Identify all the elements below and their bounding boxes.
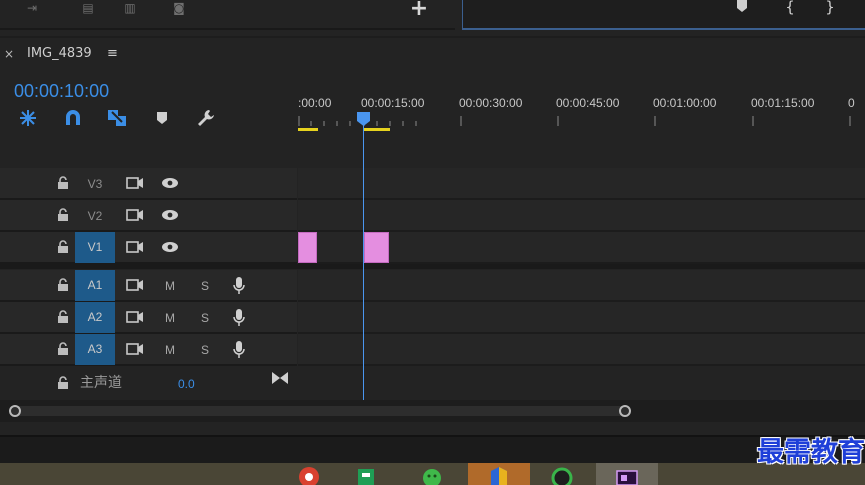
track-lane-v2[interactable] <box>298 200 865 232</box>
panel-bottom-band <box>0 435 865 463</box>
overwrite-icon[interactable]: ▤ <box>78 1 98 15</box>
lock-icon[interactable] <box>56 208 70 222</box>
taskbar-app-active[interactable] <box>468 463 530 485</box>
ruler-label: 00:01:15:00 <box>751 96 815 110</box>
playhead-timecode[interactable]: 00:00:10:00 <box>14 81 134 101</box>
mark-in-button[interactable]: { <box>784 0 796 16</box>
expand-track-icon[interactable] <box>271 371 289 385</box>
lock-icon[interactable] <box>56 310 70 324</box>
taskbar-app[interactable] <box>548 463 576 485</box>
chrome-icon <box>299 467 319 485</box>
master-track-label: 主声道 <box>80 375 122 391</box>
sync-lock-icon[interactable] <box>126 279 144 291</box>
track-header-a3: A3 M S <box>0 334 297 366</box>
lock-icon[interactable] <box>56 278 70 292</box>
track-label[interactable]: A1 <box>75 270 115 301</box>
program-controls: { } <box>462 0 865 30</box>
track-header-v3: V3 <box>0 168 297 200</box>
track-label[interactable]: V2 <box>75 201 115 231</box>
eye-icon[interactable] <box>161 241 179 253</box>
lock-icon[interactable] <box>56 376 70 390</box>
taskbar-app-premiere[interactable] <box>596 463 658 485</box>
master-track-header: 主声道 0.0 <box>0 366 297 400</box>
taskbar-app[interactable] <box>418 463 446 485</box>
shield-icon <box>491 467 507 485</box>
add-button[interactable]: + <box>407 0 431 20</box>
ruler-label: :00:00 <box>298 96 332 110</box>
ruler-label: 00:01:00:00 <box>653 96 717 110</box>
mark-out-button[interactable]: } <box>824 0 836 16</box>
source-controls: ⇥ ▤ ▥ ◙ + <box>0 0 455 30</box>
eye-icon[interactable] <box>161 177 179 189</box>
sync-lock-icon[interactable] <box>126 209 144 221</box>
close-tab-icon[interactable]: × <box>4 47 16 61</box>
mute-button[interactable]: M <box>160 342 180 358</box>
marker-icon[interactable] <box>736 0 748 12</box>
microphone-icon[interactable] <box>232 308 246 328</box>
insert-icon[interactable]: ⇥ <box>22 1 42 15</box>
linked-selection-icon[interactable] <box>106 108 128 128</box>
ruler-label: 00:00:15:00 <box>361 96 425 110</box>
track-lane-a2[interactable] <box>298 302 865 334</box>
solo-button[interactable]: S <box>195 278 215 294</box>
camera-icon[interactable]: ◙ <box>169 1 189 15</box>
master-volume-value[interactable]: 0.0 <box>178 376 208 392</box>
track-label[interactable]: V1 <box>75 232 115 263</box>
solo-button[interactable]: S <box>195 310 215 326</box>
premiere-icon <box>616 470 638 485</box>
track-label[interactable]: A3 <box>75 334 115 365</box>
ruler-ticks <box>298 116 851 126</box>
track-lane-v3[interactable] <box>298 168 865 200</box>
export-frame-icon[interactable]: ▥ <box>120 1 140 15</box>
scroll-knob-left[interactable] <box>9 405 21 417</box>
track-header-v2: V2 <box>0 200 297 232</box>
spreadsheet-icon <box>358 469 374 485</box>
sync-lock-icon[interactable] <box>126 241 144 253</box>
chat-icon <box>423 469 441 485</box>
panel-menu-icon[interactable]: ≡ <box>107 47 121 61</box>
watermark-text: 最需教育 <box>757 437 865 468</box>
video-clip[interactable] <box>364 232 389 263</box>
track-lane-a1[interactable] <box>298 270 865 302</box>
sync-lock-icon[interactable] <box>126 343 144 355</box>
playhead-handle-icon[interactable] <box>357 112 370 126</box>
snap-icon[interactable] <box>62 108 84 128</box>
eye-icon[interactable] <box>161 209 179 221</box>
work-area-bar[interactable] <box>298 128 318 131</box>
taskbar-app[interactable] <box>295 463 323 485</box>
nest-icon[interactable] <box>17 108 39 128</box>
lock-icon[interactable] <box>56 342 70 356</box>
mute-button[interactable]: M <box>160 310 180 326</box>
header-spacer <box>0 134 297 166</box>
video-audio-divider[interactable] <box>0 264 865 269</box>
work-area-bar[interactable] <box>364 128 390 131</box>
ruler-label: 0 <box>848 96 855 110</box>
ruler-label: 00:00:45:00 <box>556 96 620 110</box>
sync-lock-icon[interactable] <box>126 177 144 189</box>
lock-icon[interactable] <box>56 240 70 254</box>
scroll-knob-right[interactable] <box>619 405 631 417</box>
playhead-line[interactable] <box>363 118 364 404</box>
horizontal-scrollbar[interactable] <box>12 406 630 416</box>
track-header-v1: V1 <box>0 232 297 264</box>
track-label[interactable]: V3 <box>75 169 115 199</box>
track-lane-a3[interactable] <box>298 334 865 366</box>
mute-button[interactable]: M <box>160 278 180 294</box>
ruler-label: 00:00:30:00 <box>459 96 523 110</box>
microphone-icon[interactable] <box>232 276 246 296</box>
wrench-icon[interactable] <box>195 108 217 128</box>
track-header-a1: A1 M S <box>0 270 297 302</box>
refresh-icon <box>551 467 573 485</box>
microphone-icon[interactable] <box>232 340 246 360</box>
solo-button[interactable]: S <box>195 342 215 358</box>
video-clip[interactable] <box>298 232 317 263</box>
sequence-tab-title[interactable]: IMG_4839 <box>27 46 107 62</box>
master-track-lane[interactable] <box>298 366 865 400</box>
lock-icon[interactable] <box>56 176 70 190</box>
add-marker-icon[interactable] <box>151 108 173 128</box>
track-label[interactable]: A2 <box>75 302 115 333</box>
sync-lock-icon[interactable] <box>126 311 144 323</box>
taskbar-app[interactable] <box>352 463 380 485</box>
track-header-a2: A2 M S <box>0 302 297 334</box>
